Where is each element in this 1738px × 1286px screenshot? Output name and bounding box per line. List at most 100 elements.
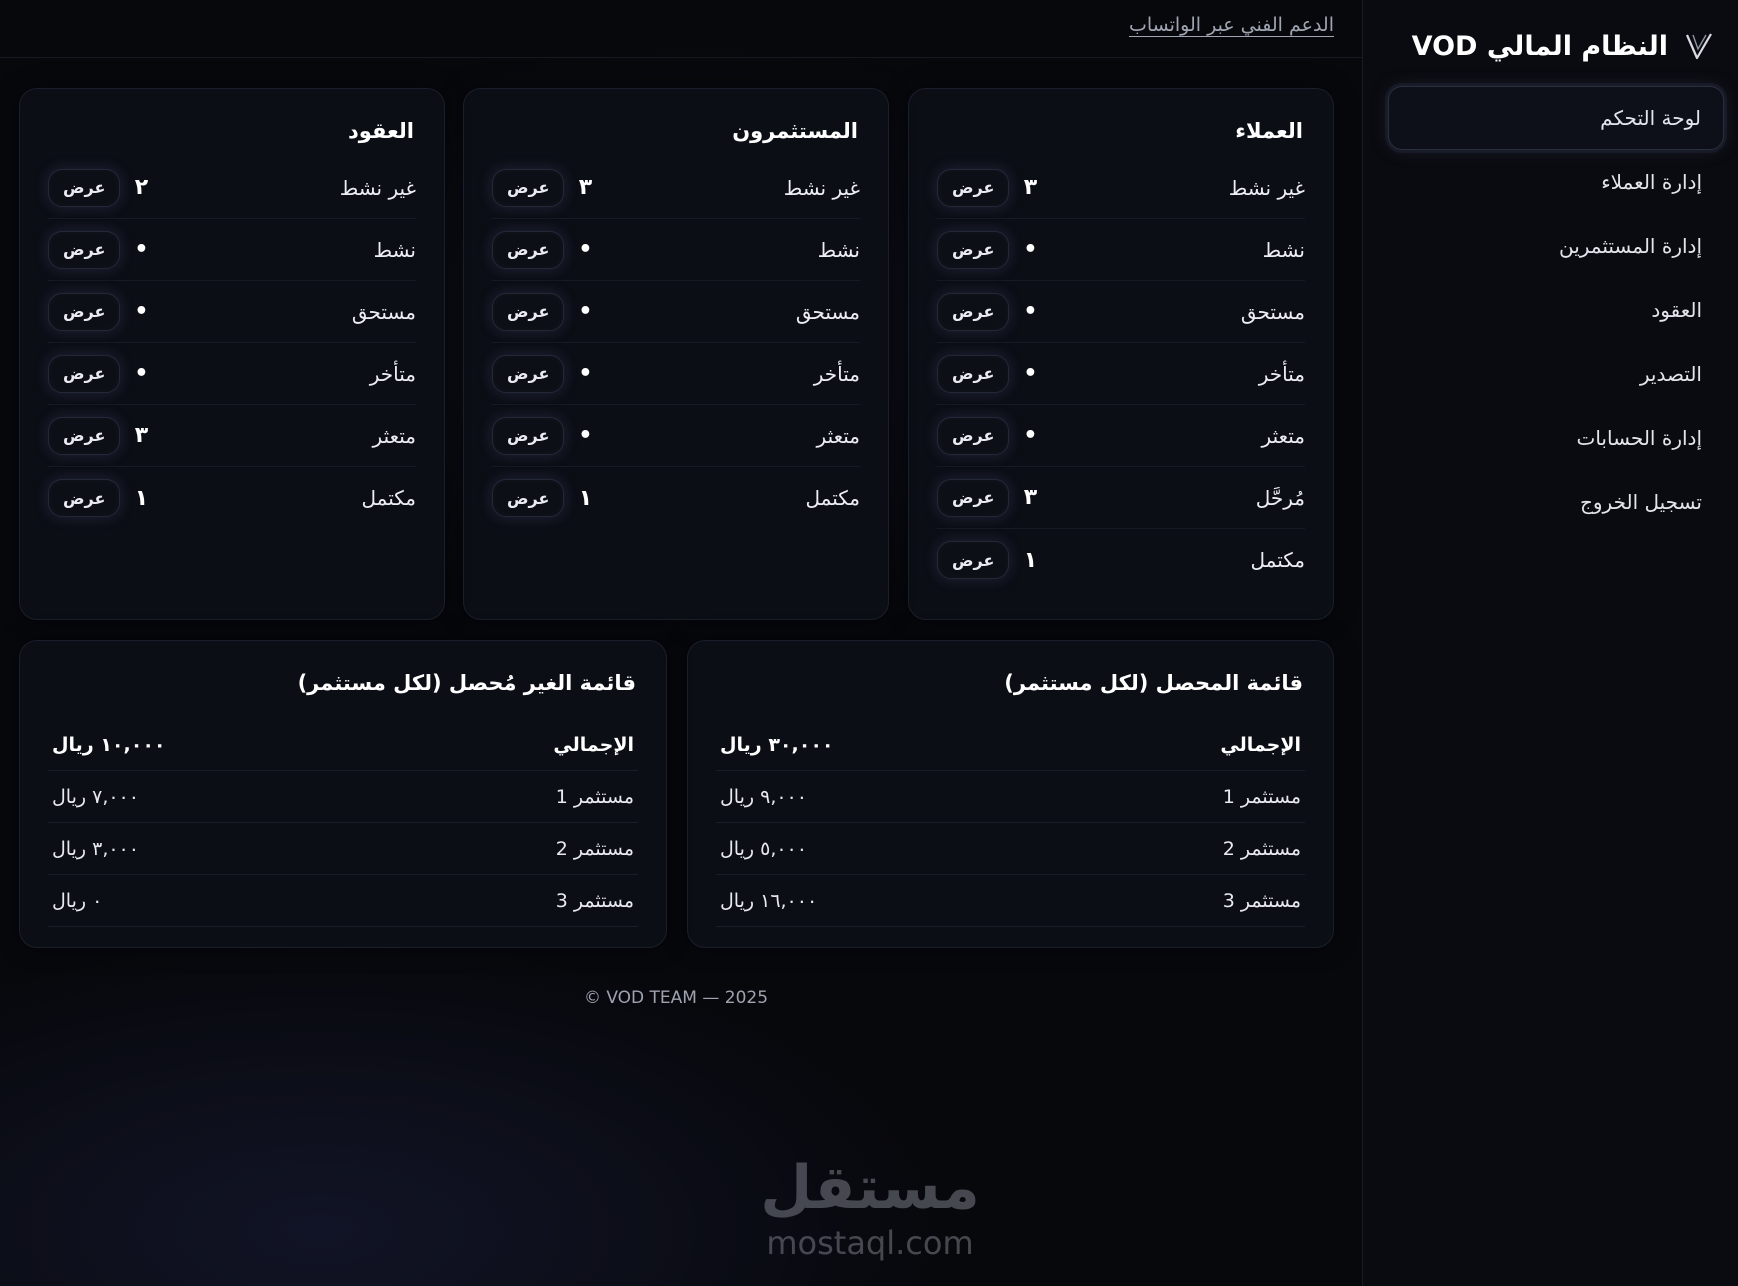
status-actions: ١ عرض xyxy=(937,541,1037,579)
status-actions: ٣ عرض xyxy=(492,168,592,207)
status-row: مكتمل ١ عرض xyxy=(48,467,416,529)
view-button[interactable]: عرض xyxy=(937,230,1010,269)
view-button[interactable]: عرض xyxy=(937,478,1010,517)
total-label: الإجمالي xyxy=(1220,733,1301,756)
status-label: غير نشط xyxy=(339,175,416,200)
status-count: • xyxy=(1023,361,1038,386)
sidebar-item-accounts[interactable]: إدارة الحسابات xyxy=(1388,406,1724,470)
view-button[interactable]: عرض xyxy=(937,541,1010,579)
status-count: • xyxy=(1023,237,1038,262)
view-button[interactable]: عرض xyxy=(937,292,1010,331)
total-value: ١٠,٠٠٠ ريال xyxy=(52,733,166,756)
view-button[interactable]: عرض xyxy=(937,168,1010,207)
main-content: الدعم الفني عبر الواتساب العملاء غير نشط… xyxy=(0,0,1362,1286)
summary-table: الإجمالي ٣٠,٠٠٠ ريال مستثمر 1 ٩,٠٠٠ ريال مست… xyxy=(716,719,1305,927)
view-button[interactable]: عرض xyxy=(48,479,121,517)
view-button[interactable]: عرض xyxy=(492,354,565,393)
view-button[interactable]: عرض xyxy=(48,230,121,269)
brand[interactable]: النظام المالي VOD xyxy=(1412,26,1716,66)
status-row: مستحق • عرض xyxy=(937,281,1305,343)
summary-total-row: الإجمالي ٣٠,٠٠٠ ريال xyxy=(716,719,1305,771)
view-button[interactable]: عرض xyxy=(492,292,565,331)
view-button[interactable]: عرض xyxy=(937,354,1010,393)
summary-row: مستثمر 2 ٣,٠٠٠ ريال xyxy=(48,823,638,875)
status-row: متعثر • عرض xyxy=(492,405,860,467)
status-actions: • عرض xyxy=(937,416,1037,455)
summary-row: مستثمر 2 ٥,٠٠٠ ريال xyxy=(716,823,1305,875)
footer: VOD TEAM — 2025 © xyxy=(583,988,769,1008)
card-title: قائمة المحصل (لكل مستثمر) xyxy=(1004,671,1303,695)
status-actions: • عرض xyxy=(492,354,593,393)
view-button[interactable]: عرض xyxy=(492,416,565,455)
status-label: متعثر xyxy=(372,423,416,448)
watermark-latin: mostaql.com xyxy=(766,1224,973,1262)
sidebar: النظام المالي VOD لوحة التحكم إدارة العم… xyxy=(1362,0,1738,1286)
whatsapp-support-link[interactable]: الدعم الفني عبر الواتساب xyxy=(1129,14,1334,36)
status-count: ٣ xyxy=(134,423,149,448)
status-row: مُرحَّل ٣ عرض xyxy=(937,467,1305,529)
investor-name: مستثمر 3 xyxy=(1222,889,1301,912)
status-count: ١ xyxy=(578,485,593,511)
status-label: متأخر xyxy=(813,361,860,386)
status-row: مستحق • عرض xyxy=(48,281,416,343)
status-label: متعثر xyxy=(816,423,860,448)
status-count: • xyxy=(134,361,149,386)
status-count: • xyxy=(1023,299,1038,324)
status-count: • xyxy=(578,237,593,262)
status-row: متأخر • عرض xyxy=(937,343,1305,405)
sidebar-item-logout[interactable]: تسجيل الخروج xyxy=(1388,470,1724,534)
summary-total-row: الإجمالي ١٠,٠٠٠ ريال xyxy=(48,719,638,771)
status-actions: ١ عرض xyxy=(48,479,148,517)
status-list: غير نشط ٢ عرض نشط • عرض مستحق • عرض متأخر • عرض متعث… xyxy=(48,157,416,529)
status-row: متعثر ٣ عرض xyxy=(48,405,416,467)
status-label: مكتمل xyxy=(1250,548,1305,572)
status-label: مُرحَّل xyxy=(1255,485,1305,510)
status-label: غير نشط xyxy=(783,175,860,200)
view-button[interactable]: عرض xyxy=(492,479,565,517)
view-button[interactable]: عرض xyxy=(492,230,565,269)
investor-amount: ٩,٠٠٠ ريال xyxy=(720,785,807,808)
investors-status-card: المستثمرون غير نشط ٣ عرض نشط • عرض مستحق • عرض مت… xyxy=(463,88,889,620)
status-count: • xyxy=(578,361,593,386)
view-button[interactable]: عرض xyxy=(48,416,121,455)
view-button[interactable]: عرض xyxy=(48,354,121,393)
view-button[interactable]: عرض xyxy=(48,168,121,207)
sidebar-item-dashboard[interactable]: لوحة التحكم xyxy=(1388,86,1724,150)
status-actions: • عرض xyxy=(48,354,149,393)
investor-name: مستثمر 1 xyxy=(555,785,634,808)
status-label: مكتمل xyxy=(805,486,860,510)
sidebar-item-export[interactable]: التصدير xyxy=(1388,342,1724,406)
investor-name: مستثمر 1 xyxy=(1222,785,1301,808)
view-button[interactable]: عرض xyxy=(937,416,1010,455)
view-button[interactable]: عرض xyxy=(492,168,565,207)
watermark-arabic: مستقل xyxy=(760,1153,979,1223)
status-label: متعثر xyxy=(1261,423,1305,448)
status-label: نشط xyxy=(1262,237,1305,262)
summary-row: مستثمر 3 ٠ ريال xyxy=(48,875,638,927)
status-actions: ٣ عرض xyxy=(937,478,1038,517)
status-actions: • عرض xyxy=(492,292,592,331)
status-actions: • عرض xyxy=(492,416,592,455)
card-title: العملاء xyxy=(1235,119,1303,143)
status-row: مكتمل ١ عرض xyxy=(937,529,1305,591)
status-actions: • عرض xyxy=(492,230,593,269)
total-label: الإجمالي xyxy=(553,733,634,756)
investor-amount: ٣,٠٠٠ ريال xyxy=(52,837,139,860)
status-actions: • عرض xyxy=(937,230,1038,269)
status-actions: • عرض xyxy=(937,292,1038,331)
sidebar-item-clients[interactable]: إدارة العملاء xyxy=(1388,150,1724,214)
sidebar-item-investors[interactable]: إدارة المستثمرين xyxy=(1388,214,1724,278)
status-count: • xyxy=(134,237,149,262)
status-row: متأخر • عرض xyxy=(48,343,416,405)
status-label: مستحق xyxy=(351,299,416,324)
summary-table: الإجمالي ١٠,٠٠٠ ريال مستثمر 1 ٧,٠٠٠ ريال مست… xyxy=(48,719,638,927)
status-actions: ٢ عرض xyxy=(48,168,148,207)
status-row: متأخر • عرض xyxy=(492,343,860,405)
status-actions: • عرض xyxy=(48,292,148,331)
status-row: غير نشط ٢ عرض xyxy=(48,157,416,219)
status-count: ٣ xyxy=(1023,485,1038,510)
sidebar-item-contracts[interactable]: العقود xyxy=(1388,278,1724,342)
view-button[interactable]: عرض xyxy=(48,292,121,331)
investor-amount: ٠ ريال xyxy=(52,889,103,912)
brand-title: النظام المالي VOD xyxy=(1411,30,1668,62)
